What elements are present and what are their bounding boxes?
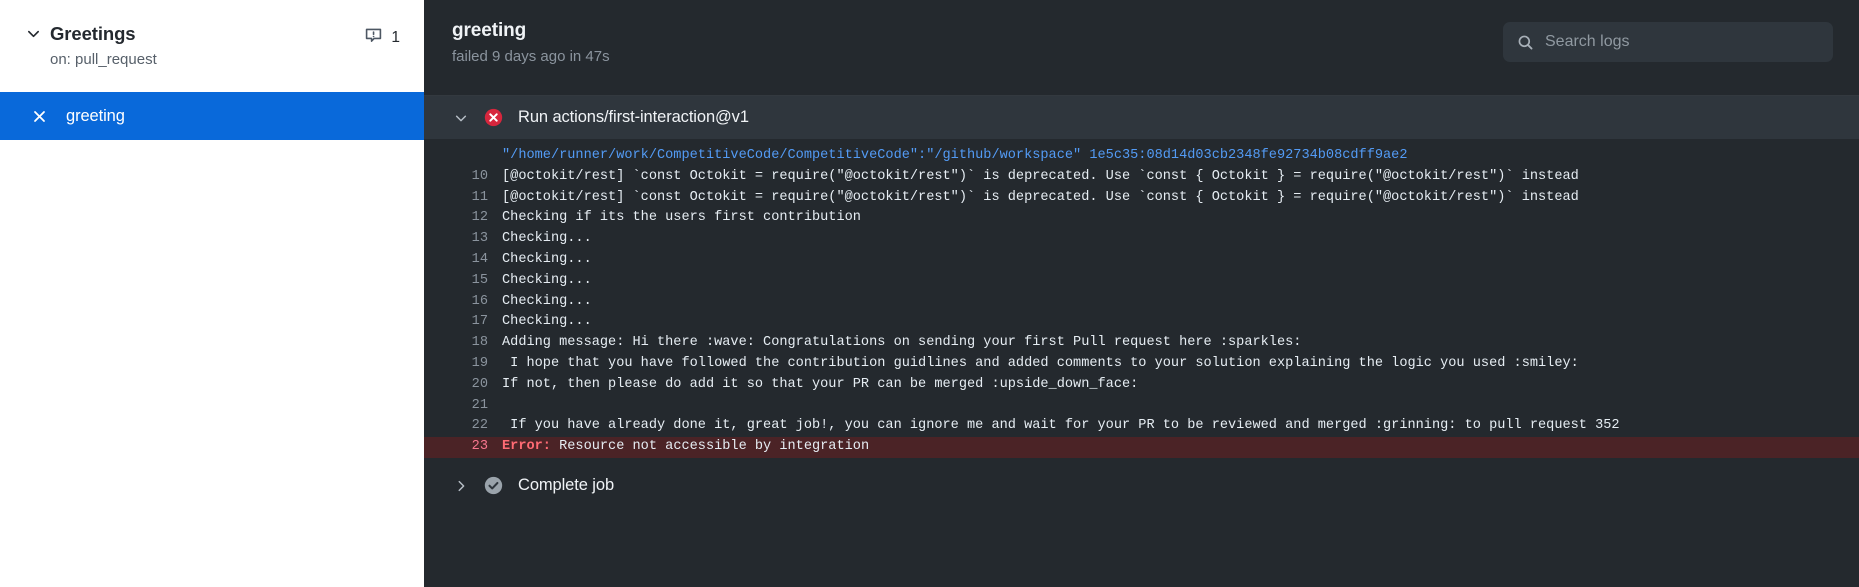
log-line-error: 23 Error: Resource not accessible by int… xyxy=(424,437,1859,458)
line-number: 22 xyxy=(471,418,488,434)
error-x-circle-icon xyxy=(482,108,504,127)
line-content: Error: Resource not accessible by integr… xyxy=(502,437,1859,458)
line-content: Checking if its the users first contribu… xyxy=(502,210,861,226)
line-number: 18 xyxy=(471,335,488,351)
log-line: 22 If you have already done it, great jo… xyxy=(424,416,1859,437)
log-lines: "/home/runner/work/CompetitiveCode/Compe… xyxy=(424,139,1859,464)
step-label: Run actions/first-interaction@v1 xyxy=(518,108,749,126)
line-number: 10 xyxy=(471,168,488,184)
step-header-complete-job[interactable]: Complete job xyxy=(424,464,1859,508)
log-line: 10 [@octokit/rest] `const Octokit = requ… xyxy=(424,167,1859,188)
line-content: Checking... xyxy=(502,272,592,288)
log-line: 18 Adding message: Hi there :wave: Congr… xyxy=(424,333,1859,354)
search-logs-box[interactable] xyxy=(1503,22,1833,62)
line-number: 19 xyxy=(471,355,488,371)
error-prefix: Error: xyxy=(502,439,551,455)
line-content: [@octokit/rest] `const Octokit = require… xyxy=(502,168,1579,184)
line-number: 11 xyxy=(471,189,488,205)
workflow-titles: Greetings on: pull_request xyxy=(46,22,365,71)
page-title: greeting xyxy=(452,20,527,41)
step-label: Complete job xyxy=(518,476,615,495)
line-content: Checking... xyxy=(502,293,592,309)
jobs-sidebar: Greetings on: pull_request 1 greeting xyxy=(0,0,424,587)
log-line: 13 Checking... xyxy=(424,229,1859,250)
line-content: Checking... xyxy=(502,231,592,247)
log-line: 17 Checking... xyxy=(424,312,1859,333)
line-content: If not, then please do add it so that yo… xyxy=(502,376,1139,392)
log-panel-header: greeting failed 9 days ago in 47s xyxy=(424,0,1859,95)
job-titles: greeting failed 9 days ago in 47s xyxy=(450,18,1503,68)
line-content: Checking... xyxy=(502,251,592,267)
line-number: 20 xyxy=(471,376,488,392)
workflow-summary-header: Greetings on: pull_request 1 xyxy=(0,0,424,74)
log-line: 21 xyxy=(424,396,1859,417)
line-content: If you have already done it, great job!,… xyxy=(502,418,1620,434)
error-message: Resource not accessible by integration xyxy=(550,439,870,455)
annotation-alert-icon xyxy=(365,27,382,49)
log-line: 20 If not, then please do add it so that… xyxy=(424,375,1859,396)
sidebar-item-label: greeting xyxy=(66,106,125,125)
log-panel: greeting failed 9 days ago in 47s Search… xyxy=(424,0,1859,587)
log-line: "/home/runner/work/CompetitiveCode/Compe… xyxy=(424,146,1859,167)
search-icon xyxy=(1515,34,1535,51)
line-number: 16 xyxy=(471,293,488,309)
workflow-trigger: on: pull_request xyxy=(50,51,157,68)
annotation-count: 1 xyxy=(391,29,400,46)
line-content: Adding message: Hi there :wave: Congratu… xyxy=(502,335,1302,351)
annotations-summary[interactable]: 1 xyxy=(365,22,404,49)
log-line: 15 Checking... xyxy=(424,271,1859,292)
line-content: Checking... xyxy=(502,314,592,330)
log-line: 11 [@octokit/rest] `const Octokit = requ… xyxy=(424,188,1859,209)
workflow-run-page: Greetings on: pull_request 1 greeting gr… xyxy=(0,0,1859,587)
job-status-text: failed 9 days ago in 47s xyxy=(452,48,610,65)
chevron-down-icon[interactable] xyxy=(20,22,46,41)
line-content: I hope that you have followed the contri… xyxy=(502,355,1579,371)
sidebar-item-greeting[interactable]: greeting xyxy=(0,92,424,140)
line-content: [@octokit/rest] `const Octokit = require… xyxy=(502,189,1579,205)
line-content: "/home/runner/work/CompetitiveCode/Compe… xyxy=(502,148,1408,163)
chevron-right-icon[interactable] xyxy=(450,479,472,493)
success-check-circle-icon xyxy=(482,476,504,495)
log-content: Run actions/first-interaction@v1 "/home/… xyxy=(424,95,1859,587)
workflow-name: Greetings xyxy=(50,23,136,44)
x-icon xyxy=(28,109,50,124)
line-number: 14 xyxy=(471,251,488,267)
log-line: 14 Checking... xyxy=(424,250,1859,271)
line-number: 21 xyxy=(471,397,488,413)
line-number: 15 xyxy=(471,272,488,288)
line-number: 23 xyxy=(471,439,488,455)
log-line: 19 I hope that you have followed the con… xyxy=(424,354,1859,375)
line-number: 13 xyxy=(471,231,488,247)
line-number: 12 xyxy=(471,210,488,226)
step-header-run-first-interaction[interactable]: Run actions/first-interaction@v1 xyxy=(424,95,1859,139)
log-line: 16 Checking... xyxy=(424,292,1859,313)
chevron-down-icon[interactable] xyxy=(450,111,472,125)
line-number: 17 xyxy=(471,314,488,330)
log-line: 12 Checking if its the users first contr… xyxy=(424,208,1859,229)
search-input[interactable] xyxy=(1545,33,1821,51)
